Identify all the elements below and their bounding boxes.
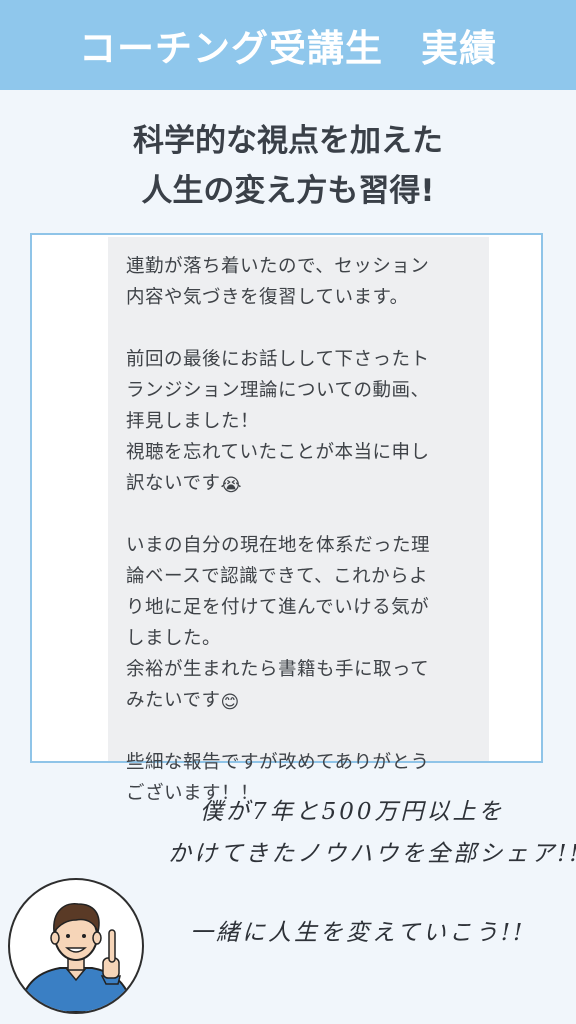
chat-message-bubble: 連勤が落ち着いたので、セッション 内容や気づきを復習しています。 前回の最後にお…: [108, 237, 489, 804]
headline-line-1: 科学的な視点を加えた: [133, 123, 443, 159]
message-paragraph-1: 連勤が落ち着いたので、セッション 内容や気づきを復習しています。: [126, 256, 430, 308]
avatar: [8, 878, 144, 1014]
headline-line-2: 人生の変え方も習得!: [141, 173, 435, 209]
message-paragraph-2: 前回の最後にお話しして下さったト ランジション理論についての動画、 拝見しました…: [126, 349, 430, 494]
message-paragraph-3: いまの自分の現在地を体系だった理 論ベースで認識できて、これからよ り地に足を付…: [126, 535, 431, 711]
header-title: コーチング受講生 実績: [79, 27, 497, 70]
footer-line-1: 僕が7年と500万円以上を: [200, 799, 505, 825]
testimonial-card: 連勤が落ち着いたので、セッション 内容や気づきを復習しています。 前回の最後にお…: [30, 233, 543, 804]
chat-message-text: 連勤が落ち着いたので、セッション 内容や気づきを復習しています。 前回の最後にお…: [126, 251, 478, 809]
headline: 科学的な視点を加えた 人生の変え方も習得!: [0, 116, 576, 216]
smiling-face-icon: 😊: [220, 692, 240, 713]
footer-line-2: かけてきたノウハウを全部シェア!!: [168, 841, 576, 867]
header-banner: コーチング受講生 実績: [0, 0, 576, 90]
person-pointing-illustration: [18, 902, 134, 1012]
footer-line-3: 一緒に人生を変えていこう!!: [190, 920, 526, 946]
loudly-crying-face-icon: 😭: [220, 475, 242, 496]
